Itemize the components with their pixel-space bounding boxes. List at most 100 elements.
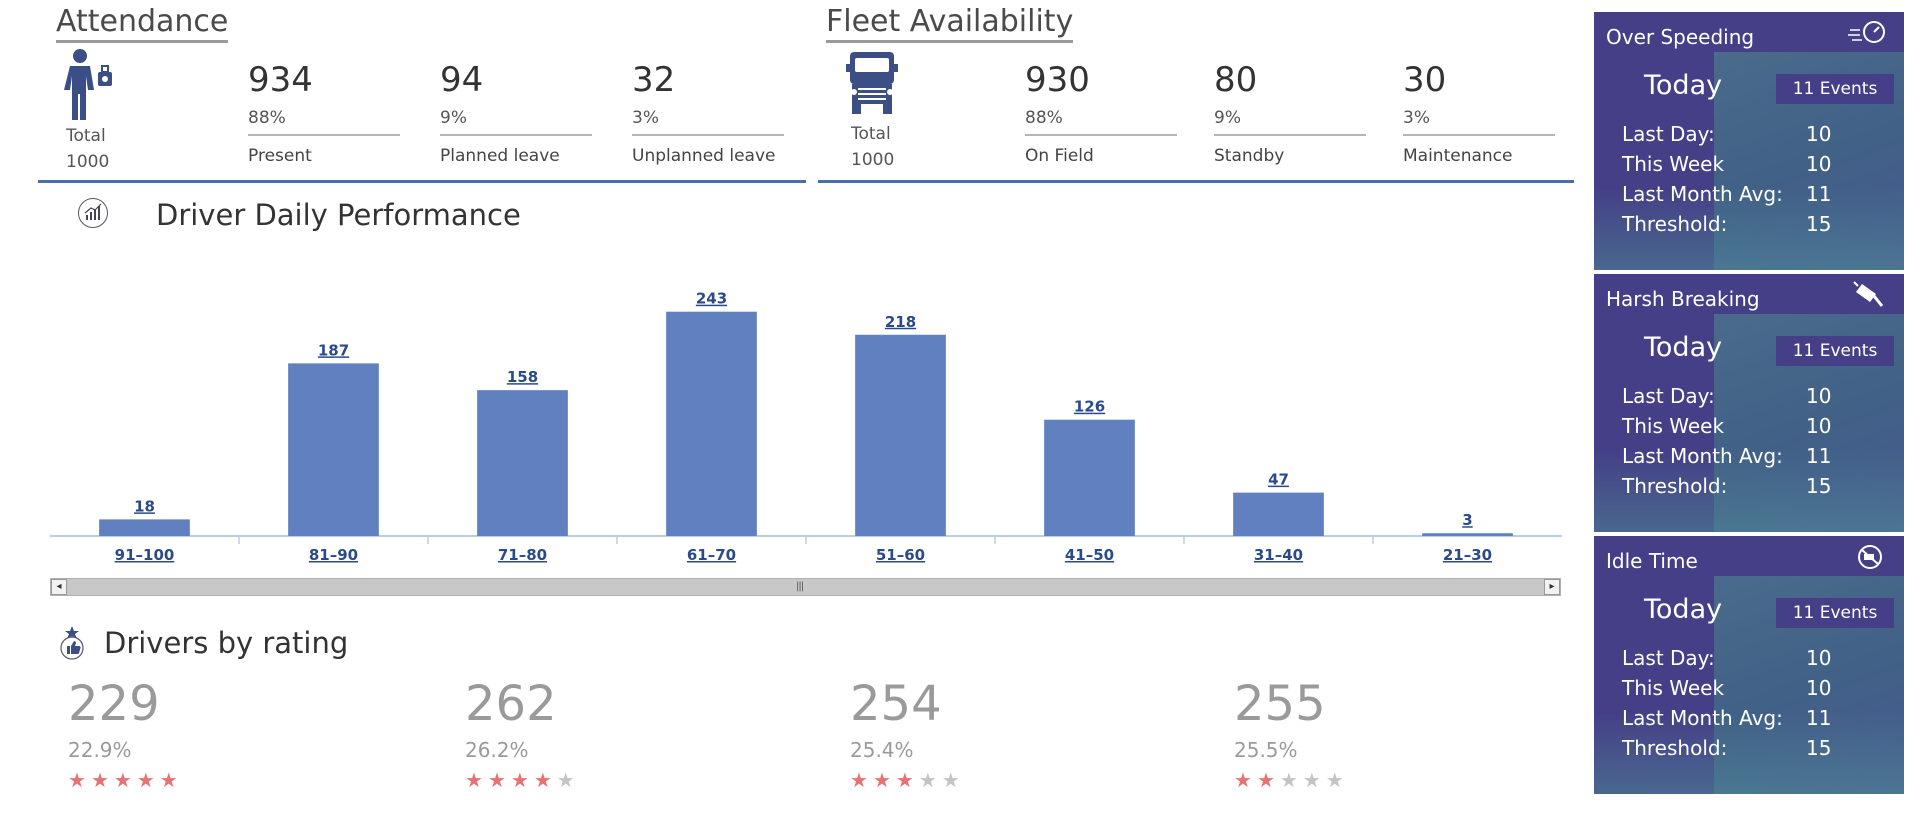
rating-percent: 22.9% bbox=[68, 738, 132, 762]
event-card-over-speeding[interactable]: Over Speeding Today 11 Events Last Day: … bbox=[1594, 12, 1904, 270]
star-filled-icon: ★ bbox=[487, 768, 511, 792]
kpi-divider bbox=[632, 134, 784, 136]
star-filled-icon: ★ bbox=[113, 768, 137, 792]
x-tick-label[interactable]: 71–80 bbox=[498, 546, 547, 564]
bar[interactable] bbox=[288, 363, 379, 536]
event-row-value: 10 bbox=[1806, 676, 1832, 700]
bar-data-label: 243 bbox=[696, 290, 727, 308]
bar[interactable] bbox=[1044, 419, 1135, 536]
event-row-label: Last Day: bbox=[1622, 384, 1715, 408]
x-tick-label[interactable]: 81–90 bbox=[309, 546, 358, 564]
rating-percent: 25.4% bbox=[850, 738, 914, 762]
event-card-title: Harsh Breaking bbox=[1606, 287, 1760, 311]
event-row-label: This Week bbox=[1622, 152, 1725, 176]
bar[interactable] bbox=[477, 390, 568, 536]
star-rating-icon: ★★★★★ bbox=[68, 768, 183, 792]
x-tick-label[interactable]: 41–50 bbox=[1065, 546, 1114, 564]
event-row-value: 11 bbox=[1806, 182, 1832, 206]
event-row-label: Last Month Avg: bbox=[1622, 182, 1783, 206]
kpi-label: On Field bbox=[1025, 146, 1094, 166]
rating-two-stars: 255 25.5% ★★★★★ bbox=[1234, 676, 1349, 792]
kpi-value: 934 bbox=[248, 60, 313, 100]
bar[interactable] bbox=[666, 311, 757, 536]
rating-count: 254 bbox=[850, 676, 942, 732]
event-row-label: This Week bbox=[1622, 676, 1725, 700]
event-row-value: 15 bbox=[1806, 474, 1832, 498]
fleet-kpi-standby: 80 9% Standby bbox=[1214, 60, 1366, 166]
event-row-label: Last Day: bbox=[1622, 646, 1715, 670]
performance-chart-title: Driver Daily Performance bbox=[156, 198, 521, 232]
event-today-label: Today bbox=[1644, 332, 1723, 363]
bar[interactable] bbox=[1233, 492, 1324, 536]
x-tick-label[interactable]: 51–60 bbox=[876, 546, 925, 564]
attendance-kpi-planned-leave: 94 9% Planned leave bbox=[440, 60, 592, 166]
star-filled-icon: ★ bbox=[872, 768, 896, 792]
rating-percent: 25.5% bbox=[1234, 738, 1298, 762]
event-row-label: Last Month Avg: bbox=[1622, 444, 1783, 468]
x-tick-label[interactable]: 91–100 bbox=[115, 546, 175, 564]
star-filled-icon: ★ bbox=[159, 768, 183, 792]
event-row-label: This Week bbox=[1622, 414, 1725, 438]
event-today-label: Today bbox=[1644, 70, 1723, 101]
star-empty-icon: ★ bbox=[1279, 768, 1303, 792]
bar-data-label: 126 bbox=[1074, 398, 1105, 416]
attendance-total-label: Total bbox=[66, 126, 106, 146]
event-row-label: Threshold: bbox=[1622, 736, 1728, 760]
speedometer-icon bbox=[1848, 18, 1886, 48]
truck-icon bbox=[846, 50, 898, 120]
kpi-value: 30 bbox=[1403, 60, 1447, 100]
kpi-label: Standby bbox=[1214, 146, 1285, 166]
star-empty-icon: ★ bbox=[556, 768, 580, 792]
event-card-idle-time[interactable]: Idle Time Today 11 Events Last Day: 10 T… bbox=[1594, 536, 1904, 794]
chart-horizontal-scrollbar[interactable]: ◂ ||| ▸ bbox=[50, 578, 1561, 596]
x-tick-label[interactable]: 31–40 bbox=[1254, 546, 1303, 564]
event-row-value: 11 bbox=[1806, 706, 1832, 730]
x-tick-label[interactable]: 61–70 bbox=[687, 546, 736, 564]
attendance-underline bbox=[38, 180, 806, 183]
rating-four-stars: 262 26.2% ★★★★★ bbox=[465, 676, 580, 792]
rating-five-stars: 229 22.9% ★★★★★ bbox=[68, 676, 183, 792]
bar-data-label: 158 bbox=[507, 368, 538, 386]
star-filled-icon: ★ bbox=[850, 768, 873, 792]
kpi-divider bbox=[1214, 134, 1366, 136]
attendance-kpi-present: 934 88% Present bbox=[248, 60, 400, 166]
event-row-value: 15 bbox=[1806, 212, 1832, 236]
performance-bar-chart: 18 91–100 187 81–90 158 71–80 243 61–70 218 51–60… bbox=[50, 290, 1562, 564]
ratings-title: Drivers by rating bbox=[104, 626, 349, 660]
kpi-divider bbox=[248, 134, 400, 136]
fleet-total-value: 1000 bbox=[851, 150, 895, 170]
bar[interactable] bbox=[99, 519, 190, 536]
star-empty-icon: ★ bbox=[1325, 768, 1349, 792]
rating-three-stars: 254 25.4% ★★★★★ bbox=[850, 676, 965, 792]
event-row-value: 10 bbox=[1806, 152, 1832, 176]
bar-data-label: 3 bbox=[1462, 511, 1472, 529]
bar-data-label: 47 bbox=[1268, 471, 1289, 489]
event-card-harsh-breaking[interactable]: Harsh Breaking Today 11 Events Last Day:… bbox=[1594, 274, 1904, 532]
star-filled-icon: ★ bbox=[1256, 768, 1280, 792]
bar[interactable] bbox=[1422, 533, 1513, 536]
fleet-underline bbox=[818, 180, 1574, 183]
kpi-value: 80 bbox=[1214, 60, 1258, 100]
x-tick-label[interactable]: 21–30 bbox=[1443, 546, 1492, 564]
bar-data-label: 18 bbox=[134, 497, 155, 515]
rating-count: 255 bbox=[1234, 676, 1326, 732]
event-today-label: Today bbox=[1644, 594, 1723, 625]
star-filled-icon: ★ bbox=[90, 768, 114, 792]
kpi-percent: 88% bbox=[248, 108, 286, 128]
bar[interactable] bbox=[855, 334, 946, 536]
star-filled-icon: ★ bbox=[68, 768, 91, 792]
event-card-title: Over Speeding bbox=[1606, 25, 1755, 49]
star-rating-icon: ★★★★★ bbox=[850, 768, 965, 792]
star-filled-icon: ★ bbox=[465, 768, 488, 792]
event-row-label: Threshold: bbox=[1622, 474, 1728, 498]
attendance-total-value: 1000 bbox=[66, 152, 110, 172]
event-row-label: Last Day: bbox=[1622, 122, 1715, 146]
kpi-label: Unplanned leave bbox=[632, 146, 776, 166]
event-row-value: 15 bbox=[1806, 736, 1832, 760]
person-icon bbox=[62, 48, 118, 126]
scroll-left-arrow-icon[interactable]: ◂ bbox=[51, 579, 67, 595]
star-empty-icon: ★ bbox=[918, 768, 942, 792]
kpi-percent: 9% bbox=[440, 108, 467, 128]
scroll-right-arrow-icon[interactable]: ▸ bbox=[1544, 579, 1560, 595]
scroll-thumb-grip[interactable]: ||| bbox=[796, 581, 804, 592]
